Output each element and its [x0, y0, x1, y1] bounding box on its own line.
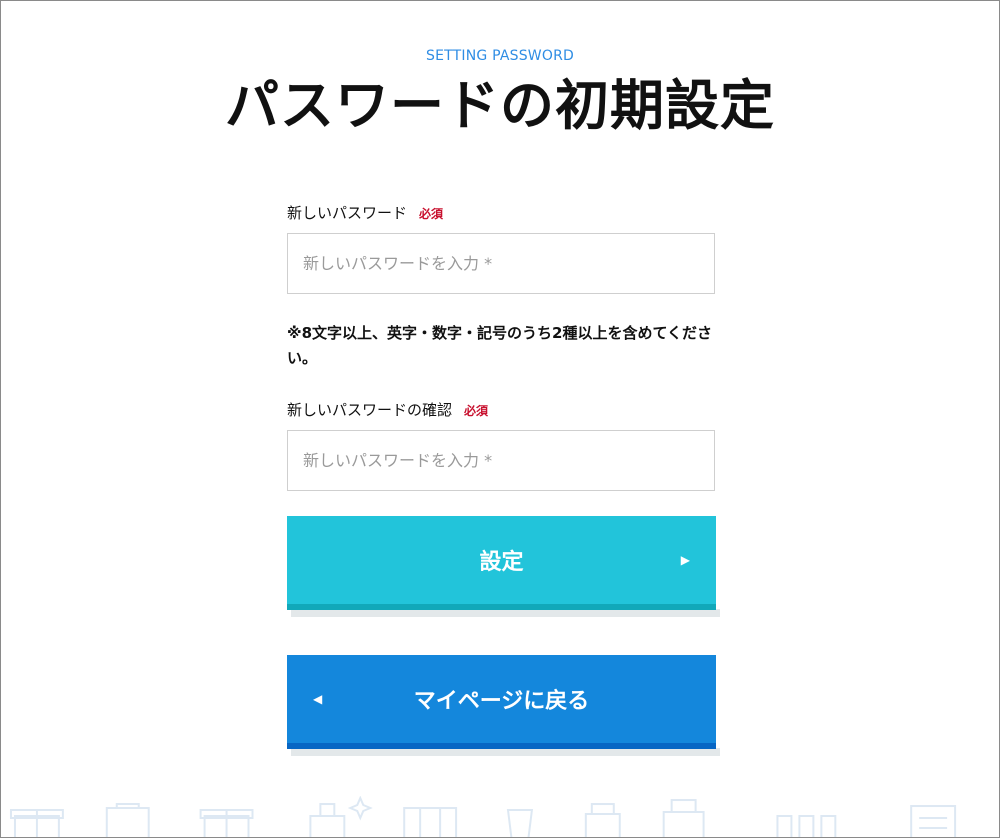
jar-icon	[584, 803, 621, 837]
box-icon	[403, 807, 458, 837]
cup-icon	[506, 809, 534, 837]
gift-box-icon	[199, 809, 254, 837]
gift-box-icon	[9, 809, 64, 837]
new-password-label-text: 新しいパスワード	[287, 204, 408, 222]
required-badge: 必須	[419, 207, 444, 221]
decorative-illustration-strip	[9, 796, 957, 837]
confirm-password-label-text: 新しいパスワードの確認	[287, 401, 453, 419]
required-badge: 必須	[464, 404, 489, 418]
bottles-icon	[776, 815, 837, 837]
button-shadow	[291, 609, 720, 617]
page-title: パスワードの初期設定	[225, 74, 775, 137]
set-password-button-label: 設定	[479, 550, 524, 575]
set-password-button-face[interactable]: 設定 ▶	[287, 516, 716, 610]
new-password-label: 新しいパスワード 必須	[287, 202, 443, 223]
new-password-input[interactable]	[287, 233, 715, 294]
password-setup-page: SETTING PASSWORD パスワードの初期設定 新しいパスワード 必須 ※…	[0, 0, 1000, 838]
jar-icon	[662, 799, 705, 837]
back-to-mypage-button-face[interactable]: ◀ マイページに戻る	[287, 655, 716, 749]
button-shadow	[291, 748, 720, 756]
arrow-right-icon: ▶	[680, 553, 690, 567]
page-eyebrow: SETTING PASSWORD	[426, 48, 574, 64]
back-to-mypage-button[interactable]: ◀ マイページに戻る	[287, 655, 720, 756]
set-password-button[interactable]: 設定 ▶	[287, 516, 720, 617]
back-to-mypage-button-label: マイページに戻る	[413, 689, 590, 714]
confirm-password-label: 新しいパスワードの確認 必須	[287, 399, 488, 420]
arrow-left-icon: ◀	[313, 692, 323, 706]
password-hint: ※8文字以上、英字・数字・記号のうち2種以上を含めてください。	[287, 324, 713, 367]
shopping-bag-icon	[105, 803, 150, 837]
notebook-icon	[910, 805, 957, 837]
confirm-password-input[interactable]	[287, 430, 715, 491]
bottle-sparkle-icon	[309, 796, 373, 837]
